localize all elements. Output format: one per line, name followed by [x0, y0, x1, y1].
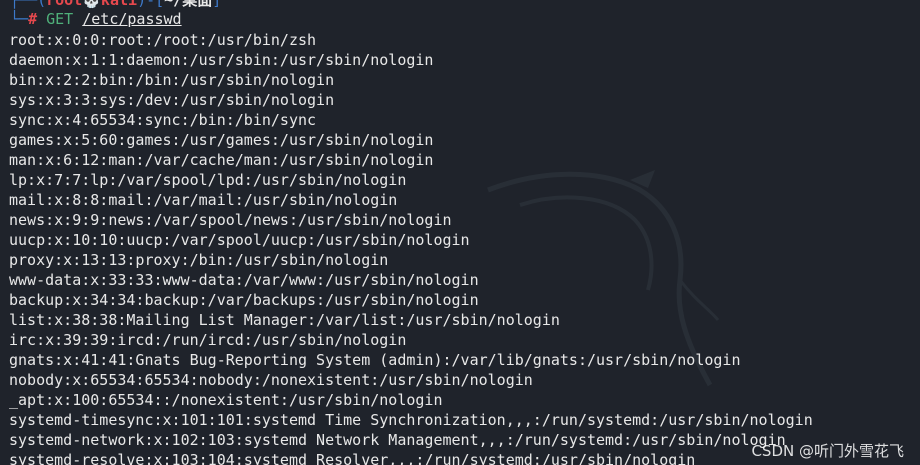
prompt-separator: )-[ [137, 0, 165, 9]
output-line: list:x:38:38:Mailing List Manager:/var/l… [9, 311, 560, 329]
output-line: games:x:5:60:games:/usr/games:/usr/sbin/… [9, 131, 434, 149]
output-line: systemd-network:x:102:103:systemd Networ… [9, 431, 786, 449]
terminal-window[interactable]: ┌──(root💀kali)-[~/桌面] └─# GET /etc/passw… [0, 0, 920, 465]
output-line: _apt:x:100:65534::/nonexistent:/usr/sbin… [9, 391, 443, 409]
output-line: root:x:0:0:root:/root:/usr/bin/zsh [9, 31, 317, 49]
output-line: nobody:x:65534:65534:nobody:/nonexistent… [9, 371, 533, 389]
csdn-watermark: CSDN @听门外雪花飞 [751, 442, 904, 460]
prompt-user-host: root💀kali [46, 0, 138, 9]
prompt-command-line[interactable]: └─# GET /etc/passwd [10, 9, 182, 29]
prompt-close: ] [212, 0, 222, 9]
output-line: uucp:x:10:10:uucp:/var/spool/uucp:/usr/s… [9, 231, 470, 249]
command-output: root:x:0:0:root:/root:/usr/bin/zsh daemo… [9, 30, 813, 465]
output-line: sys:x:3:3:sys:/dev:/usr/sbin/nologin [9, 91, 335, 109]
output-line: news:x:9:9:news:/var/spool/news:/usr/sbi… [9, 211, 452, 229]
prompt-corner: ┌──( [10, 0, 47, 9]
command-argument-link[interactable]: /etc/passwd [82, 10, 181, 28]
output-line: systemd-timesync:x:101:101:systemd Time … [9, 411, 813, 429]
prompt-corner-bottom: └─ [10, 10, 29, 28]
output-line: gnats:x:41:41:Gnats Bug-Reporting System… [9, 351, 741, 369]
output-line: lp:x:7:7:lp:/var/spool/lpd:/usr/sbin/nol… [9, 171, 407, 189]
output-line: daemon:x:1:1:daemon:/usr/sbin:/usr/sbin/… [9, 51, 434, 69]
output-line: www-data:x:33:33:www-data:/var/www:/usr/… [9, 271, 479, 289]
output-line: systemd-resolve:x:103:104:systemd Resolv… [9, 451, 696, 465]
output-line: bin:x:2:2:bin:/bin:/usr/sbin/nologin [9, 71, 335, 89]
output-line: backup:x:34:34:backup:/var/backups:/usr/… [9, 291, 479, 309]
output-line: sync:x:4:65534:sync:/bin:/bin/sync [9, 111, 317, 129]
output-line: mail:x:8:8:mail:/var/mail:/usr/sbin/nolo… [9, 191, 398, 209]
output-line: man:x:6:12:man:/var/cache/man:/usr/sbin/… [9, 151, 434, 169]
prompt-directory: ~/桌面 [164, 0, 213, 9]
output-line: irc:x:39:39:ircd:/run/ircd:/usr/sbin/nol… [9, 331, 407, 349]
output-line: proxy:x:13:13:proxy:/bin:/usr/sbin/nolog… [9, 251, 389, 269]
prompt-hash: # [28, 10, 38, 28]
command-name: GET [46, 10, 74, 28]
